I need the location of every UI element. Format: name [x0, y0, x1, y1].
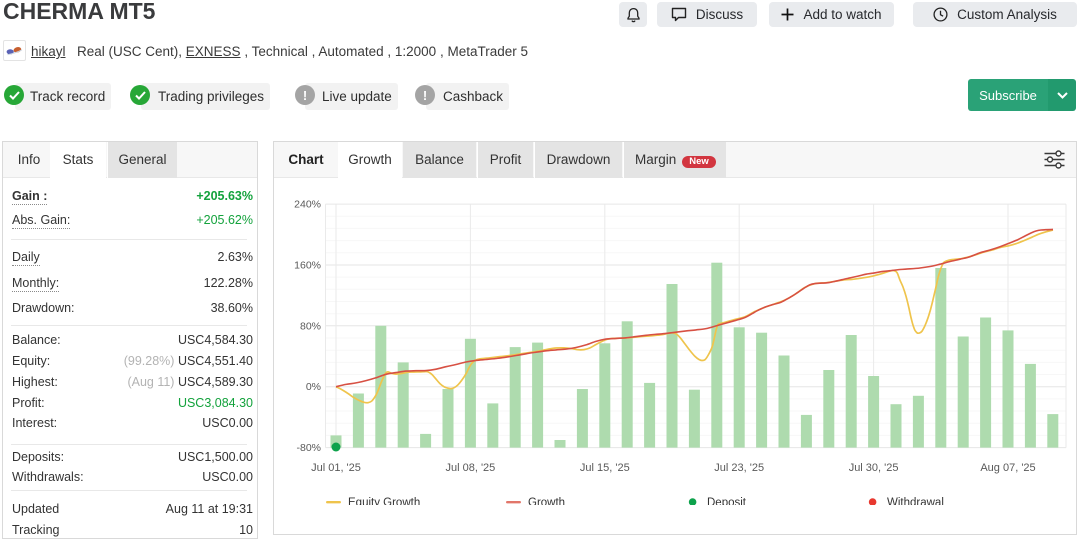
- svg-text:Jul 30, '25: Jul 30, '25: [849, 462, 899, 474]
- svg-text:-80%: -80%: [296, 442, 321, 454]
- svg-text:Jul 01, '25: Jul 01, '25: [311, 462, 361, 474]
- svg-text:240%: 240%: [294, 199, 321, 211]
- svg-text:Jul 23, '25: Jul 23, '25: [714, 462, 764, 474]
- svg-text:Jul 08, '25: Jul 08, '25: [445, 462, 495, 474]
- svg-text:160%: 160%: [294, 260, 321, 272]
- svg-text:0%: 0%: [306, 381, 321, 393]
- svg-text:80%: 80%: [300, 320, 321, 332]
- svg-text:Aug 07, '25: Aug 07, '25: [980, 462, 1035, 474]
- svg-text:Jul 15, '25: Jul 15, '25: [580, 462, 630, 474]
- svg-text:Deposit: Deposit: [707, 497, 747, 505]
- svg-text:Withdrawal: Withdrawal: [887, 497, 944, 505]
- svg-text:Equity Growth: Equity Growth: [348, 497, 420, 505]
- svg-text:Growth: Growth: [528, 497, 565, 505]
